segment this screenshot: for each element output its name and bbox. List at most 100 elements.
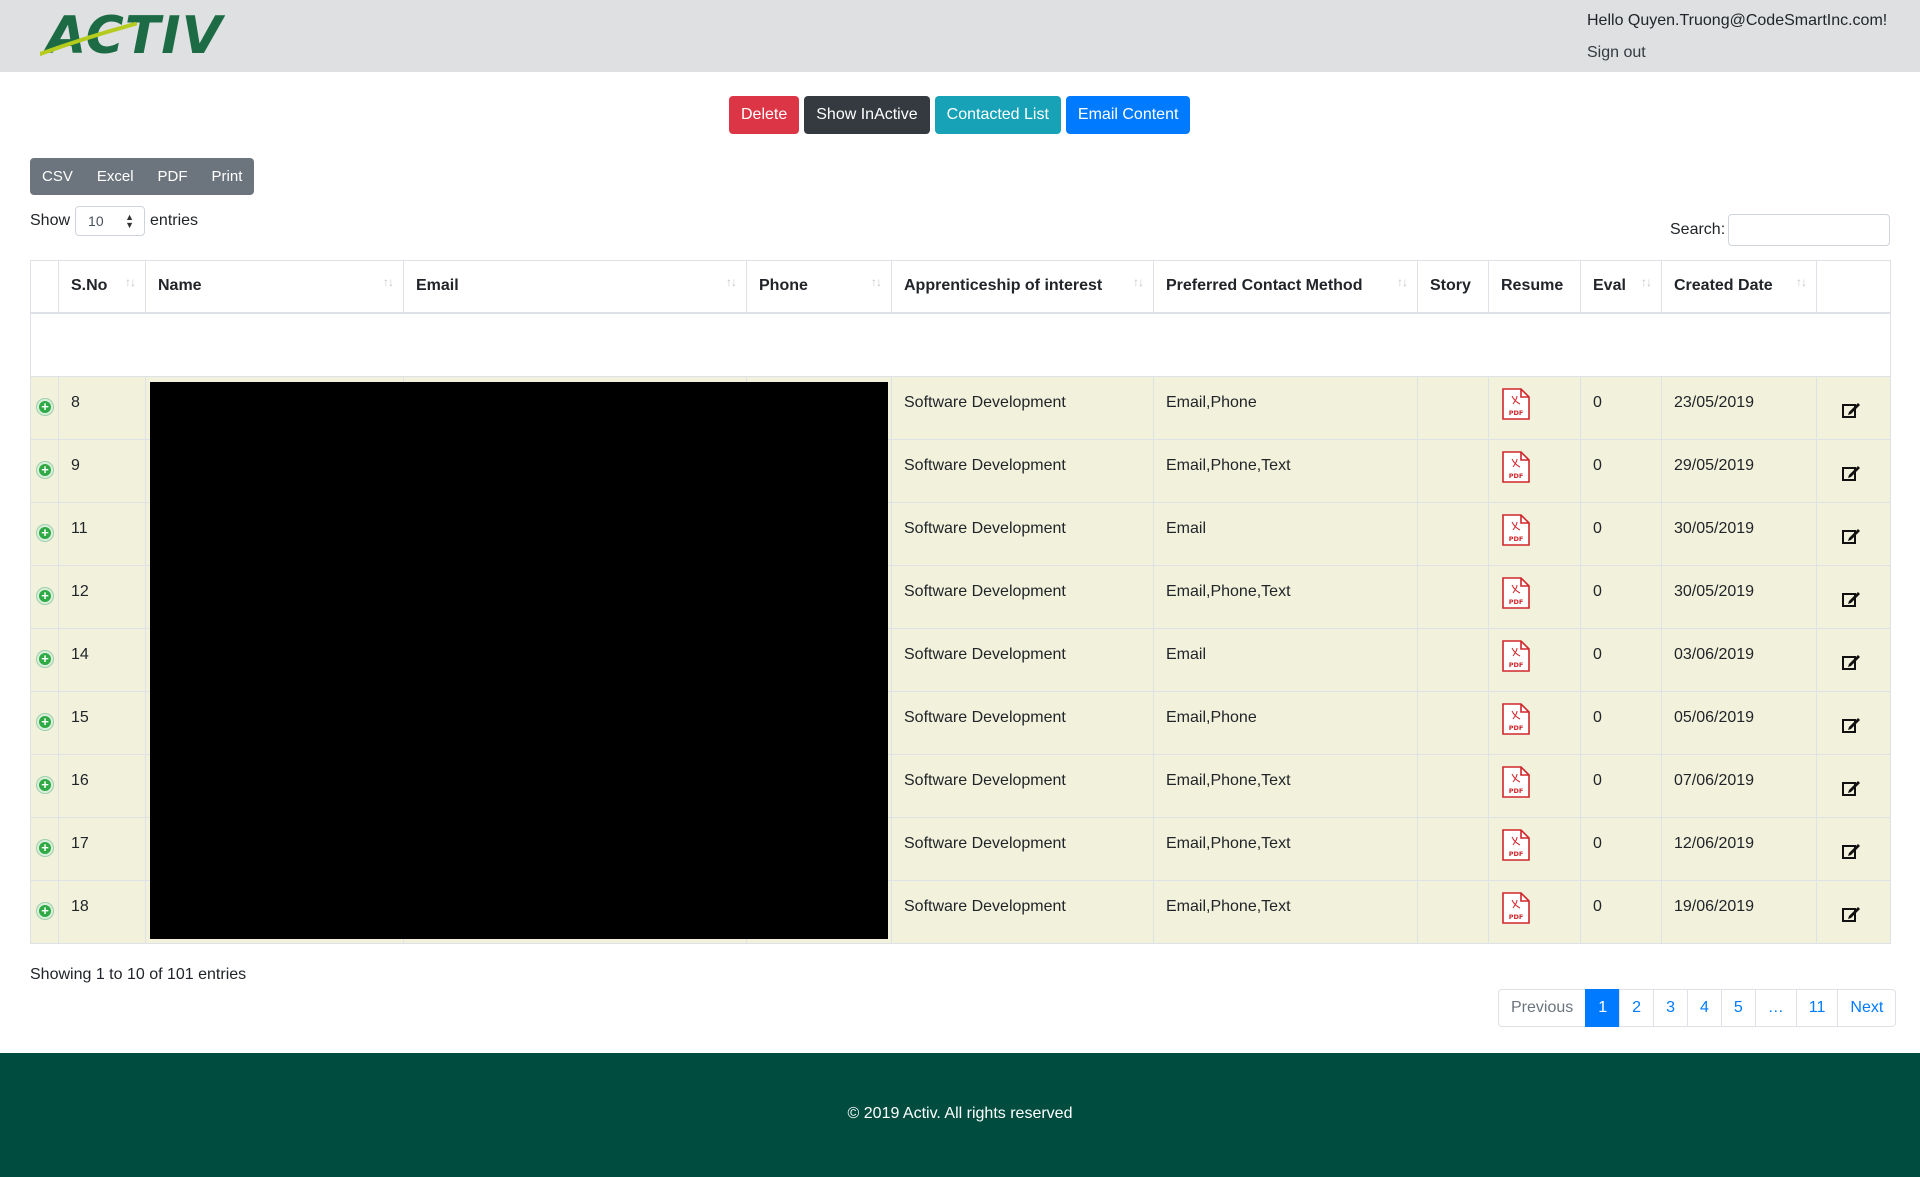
column-header-label: Story <box>1430 277 1471 295</box>
svg-text:PDF: PDF <box>1509 598 1524 606</box>
cell-apprenticeship: Software Development <box>891 880 1154 944</box>
pdf-file-icon[interactable]: PDF <box>1501 829 1531 865</box>
cell-sno: 9 <box>58 439 146 503</box>
edit-icon[interactable] <box>1829 592 1861 613</box>
pagination-page-1[interactable]: 1 <box>1585 989 1621 1027</box>
pdf-file-icon[interactable]: PDF <box>1501 451 1531 487</box>
cell-created-date: 30/05/2019 <box>1661 565 1817 629</box>
pagination-next[interactable]: Next <box>1837 989 1897 1027</box>
row-control-cell[interactable]: + <box>30 502 59 566</box>
cell-apprenticeship: Software Development <box>891 502 1154 566</box>
csv-button[interactable]: CSV <box>30 158 85 195</box>
row-control-cell[interactable]: + <box>30 628 59 692</box>
plus-circle-icon[interactable]: + <box>37 714 53 730</box>
row-control-cell[interactable]: + <box>30 754 59 818</box>
cell-apprenticeship: Software Development <box>891 754 1154 818</box>
edit-icon[interactable] <box>1829 781 1861 802</box>
pagination-previous[interactable]: Previous <box>1498 989 1587 1027</box>
sort-arrows-icon: ↑↓ <box>1133 275 1144 289</box>
edit-icon[interactable] <box>1829 529 1861 550</box>
cell-actions <box>1816 565 1891 629</box>
column-header-label: Name <box>158 277 202 295</box>
sort-arrows-icon: ↑↓ <box>1796 275 1807 289</box>
row-control-cell[interactable]: + <box>30 565 59 629</box>
edit-icon[interactable] <box>1829 844 1861 865</box>
column-header-eval[interactable]: Eval ↑↓ <box>1580 260 1662 314</box>
pdf-file-icon[interactable]: PDF <box>1501 766 1531 802</box>
edit-icon[interactable] <box>1829 655 1861 676</box>
entries-select[interactable]: 10 ▲ ▼ <box>75 206 146 236</box>
cell-created-date: 23/05/2019 <box>1661 376 1817 440</box>
length-control: Show 10 ▲ ▼ entries <box>30 206 198 236</box>
show-inactive-button[interactable]: Show InActive <box>804 96 930 134</box>
search-input[interactable] <box>1728 214 1890 246</box>
cell-sno: 15 <box>58 691 146 755</box>
column-header-sno[interactable]: S.No ↑↓ <box>58 260 146 314</box>
cell-eval: 0 <box>1580 754 1662 818</box>
plus-circle-icon[interactable]: + <box>37 903 53 919</box>
pagination-page-2[interactable]: 2 <box>1619 989 1655 1027</box>
svg-text:PDF: PDF <box>1509 409 1524 417</box>
plus-circle-icon[interactable]: + <box>37 651 53 667</box>
cell-sno: 18 <box>58 880 146 944</box>
cell-eval: 0 <box>1580 439 1662 503</box>
pdf-file-icon[interactable]: PDF <box>1501 577 1531 613</box>
edit-icon[interactable] <box>1829 718 1861 739</box>
cell-story <box>1417 439 1489 503</box>
cell-apprenticeship: Software Development <box>891 439 1154 503</box>
pagination-page-4[interactable]: 4 <box>1686 989 1722 1027</box>
row-control-cell[interactable]: + <box>30 691 59 755</box>
cell-actions <box>1816 628 1891 692</box>
plus-circle-icon[interactable]: + <box>37 462 53 478</box>
cell-apprenticeship: Software Development <box>891 565 1154 629</box>
column-header-apprenticeship[interactable]: Apprenticeship of interest ↑↓ <box>891 260 1154 314</box>
row-control-cell[interactable]: + <box>30 817 59 881</box>
table-info: Showing 1 to 10 of 101 entries <box>30 966 247 983</box>
sort-arrows-icon: ↑↓ <box>726 275 737 289</box>
svg-text:PDF: PDF <box>1509 661 1524 669</box>
cell-sno: 16 <box>58 754 146 818</box>
row-control-cell[interactable]: + <box>30 439 59 503</box>
cell-story <box>1417 754 1489 818</box>
column-header-contact-method[interactable]: Preferred Contact Method ↑↓ <box>1153 260 1418 314</box>
pdf-export-button[interactable]: PDF <box>146 158 200 195</box>
row-control-cell[interactable]: + <box>30 880 59 944</box>
column-header-name[interactable]: Name ↑↓ <box>145 260 404 314</box>
plus-circle-icon[interactable]: + <box>37 840 53 856</box>
cell-apprenticeship: Software Development <box>891 628 1154 692</box>
excel-button[interactable]: Excel <box>85 158 146 195</box>
edit-icon[interactable] <box>1829 403 1861 424</box>
email-content-button[interactable]: Email Content <box>1065 96 1191 134</box>
pdf-file-icon[interactable]: PDF <box>1501 703 1531 739</box>
print-button[interactable]: Print <box>200 158 255 195</box>
pdf-file-icon[interactable]: PDF <box>1501 892 1531 928</box>
pdf-file-icon[interactable]: PDF <box>1501 514 1531 550</box>
edit-icon[interactable] <box>1829 466 1861 487</box>
pdf-file-icon[interactable]: PDF <box>1501 388 1531 424</box>
pdf-file-icon[interactable]: PDF <box>1501 640 1531 676</box>
plus-circle-icon[interactable]: + <box>37 588 53 604</box>
plus-circle-icon[interactable]: + <box>37 777 53 793</box>
activ-logo[interactable]: ACTIV <box>40 8 222 64</box>
export-button-group: CSV Excel PDF Print <box>30 158 255 195</box>
column-header-created-date[interactable]: Created Date ↑↓ <box>1661 260 1817 314</box>
pagination-ellipsis: … <box>1754 989 1797 1027</box>
signout-link[interactable]: Sign out <box>1587 44 1646 62</box>
pagination-page-11[interactable]: 11 <box>1795 989 1839 1027</box>
cell-story <box>1417 817 1489 881</box>
edit-icon[interactable] <box>1829 907 1861 928</box>
plus-circle-icon[interactable]: + <box>37 525 53 541</box>
cell-created-date: 29/05/2019 <box>1661 439 1817 503</box>
cell-actions <box>1816 880 1891 944</box>
column-header-email[interactable]: Email ↑↓ <box>403 260 747 314</box>
contacted-list-button[interactable]: Contacted List <box>934 96 1061 134</box>
delete-button[interactable]: Delete <box>729 96 800 134</box>
cell-actions <box>1816 376 1891 440</box>
column-header-phone[interactable]: Phone ↑↓ <box>746 260 892 314</box>
row-control-cell[interactable]: + <box>30 376 59 440</box>
pagination-page-3[interactable]: 3 <box>1653 989 1688 1027</box>
pagination-page-5[interactable]: 5 <box>1720 989 1756 1027</box>
cell-eval: 0 <box>1580 502 1662 566</box>
plus-circle-icon[interactable]: + <box>37 399 53 415</box>
cell-sno: 8 <box>58 376 146 440</box>
